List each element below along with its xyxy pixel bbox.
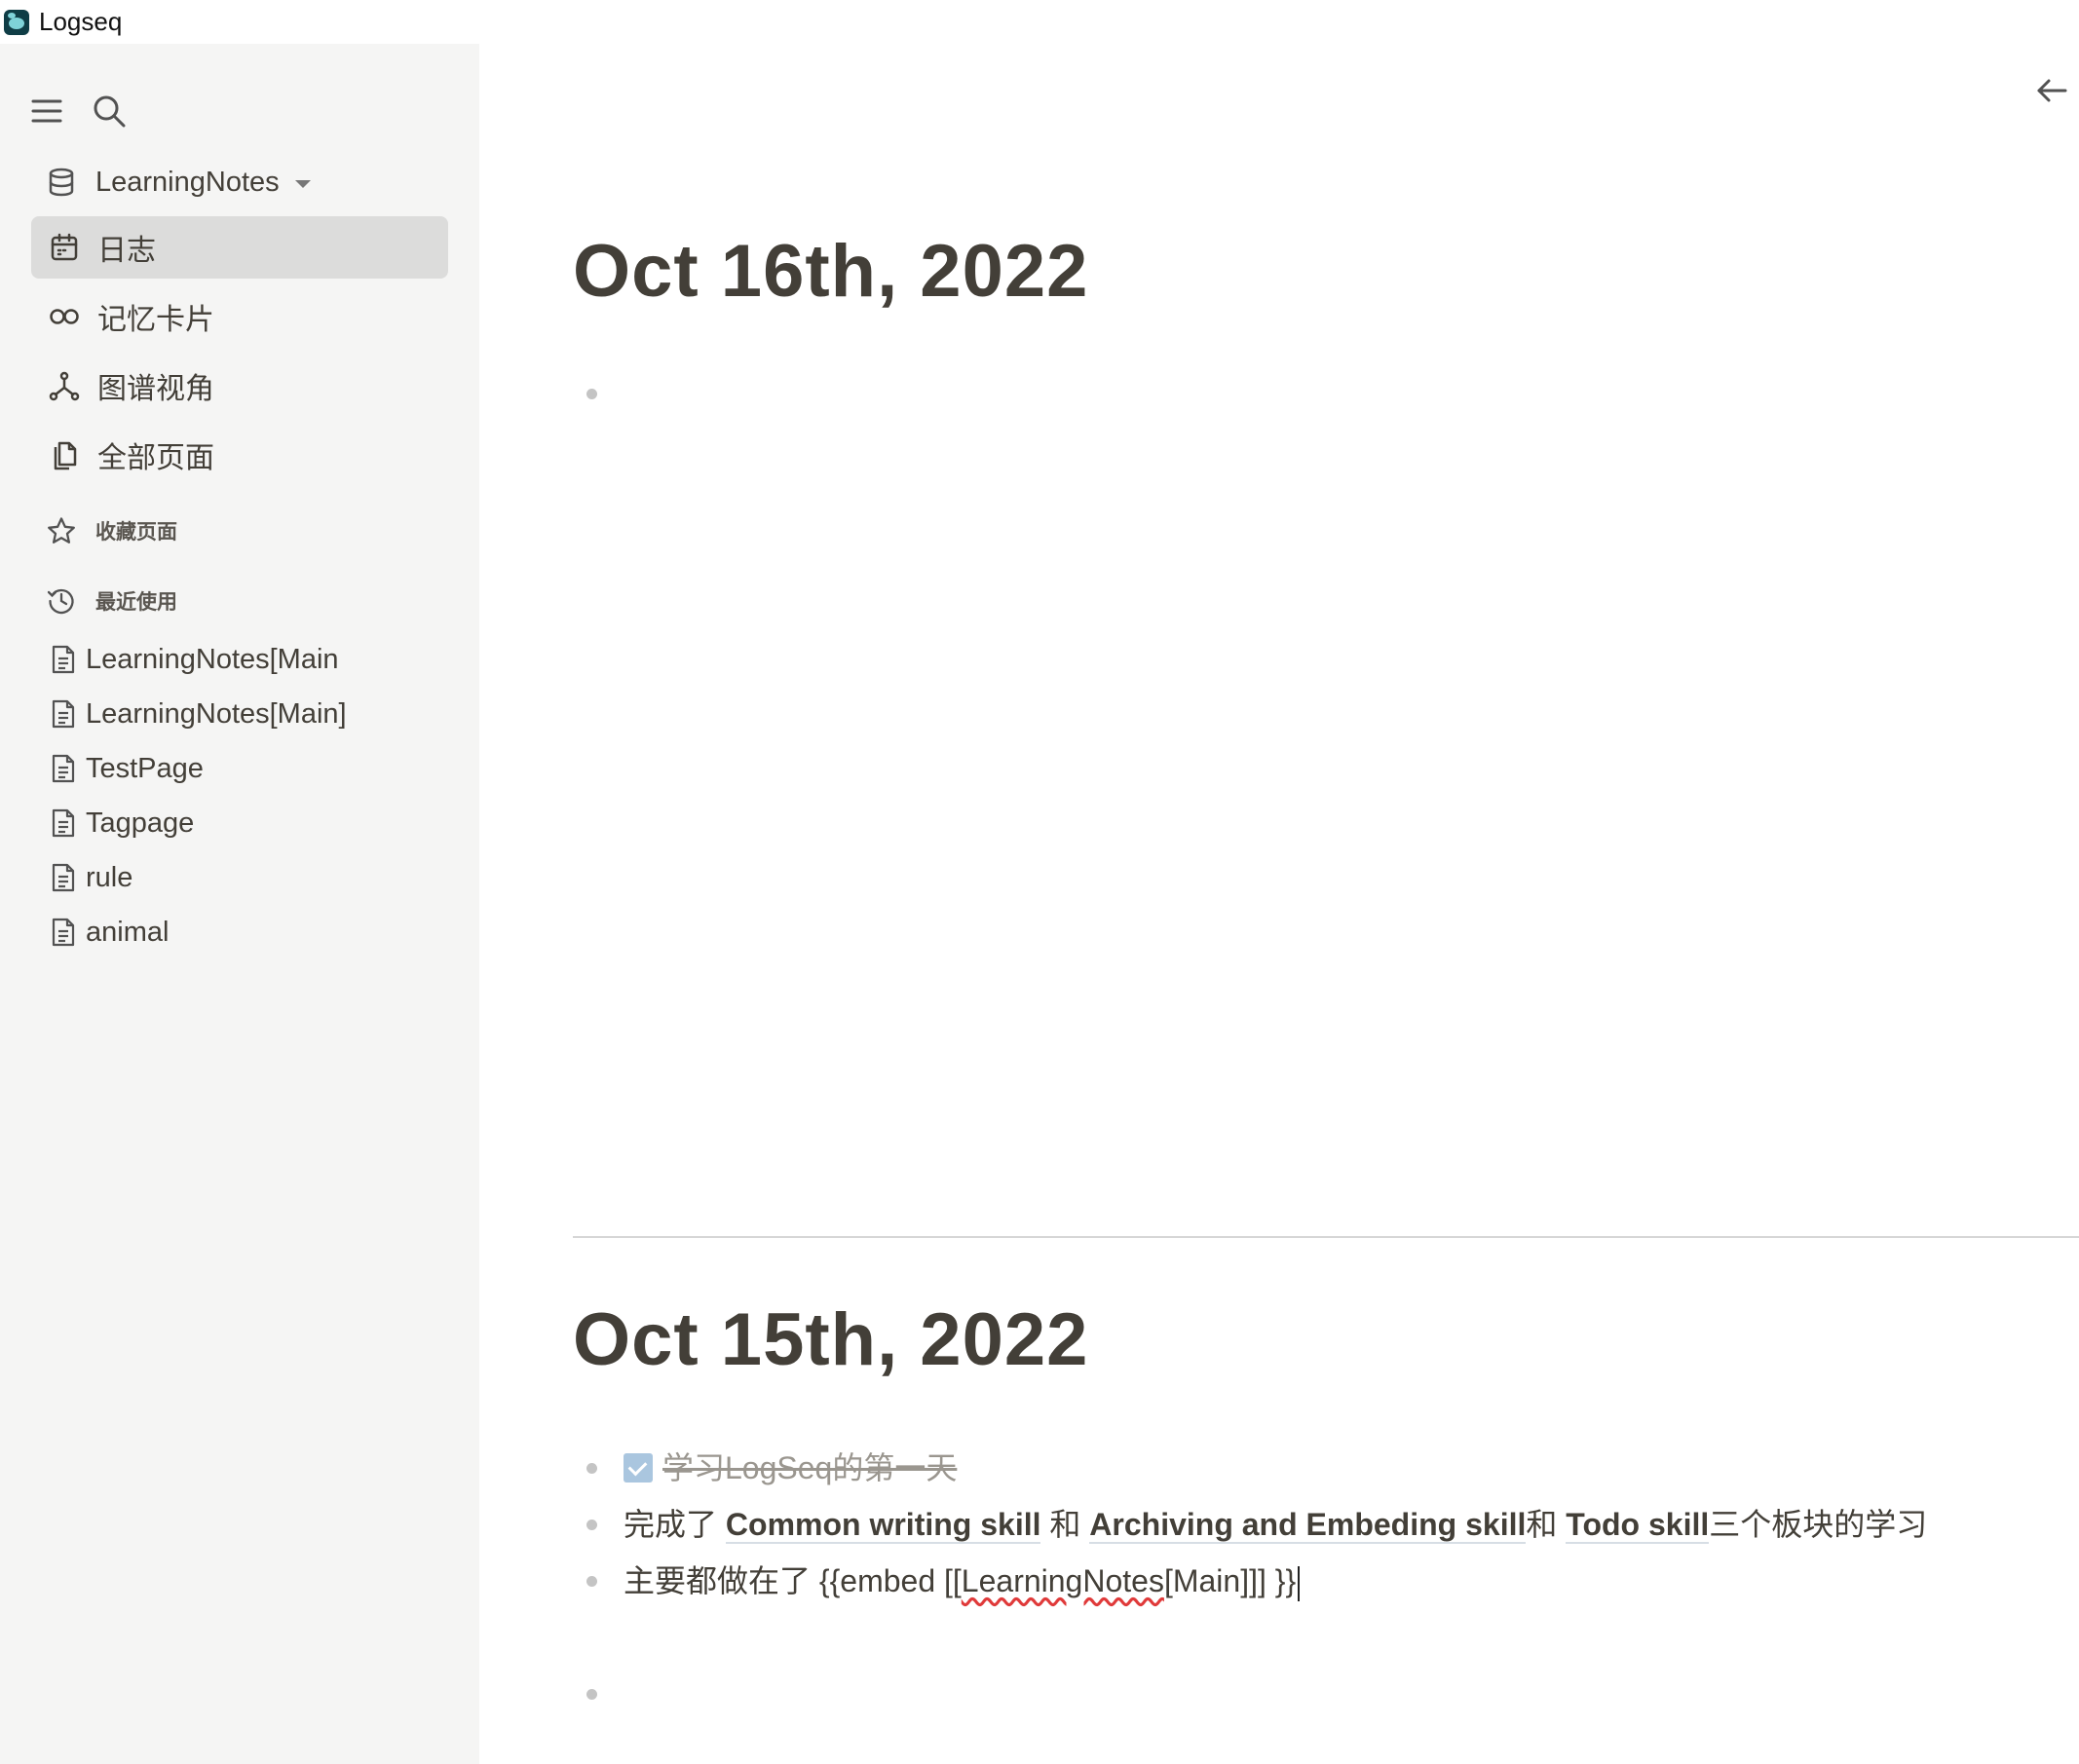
nav-flashcards[interactable]: 记忆卡片	[31, 285, 448, 348]
journal-divider	[573, 1236, 2079, 1238]
main-content: Oct 16th, 2022 Oct 15th, 2022 学习LogSeq的第…	[479, 44, 2079, 1764]
recent-page-label: LearningNotes[Main	[86, 643, 339, 675]
nav-all-pages[interactable]: 全部页面	[31, 424, 448, 486]
editing-block[interactable]: 主要都做在了 {{embed [[LearningNotes[Main]]] }…	[624, 1559, 1301, 1602]
text-cursor	[1298, 1565, 1301, 1601]
favorites-label: 收藏页面	[95, 521, 177, 544]
block-text: 主要都做在了 {{embed [[	[624, 1563, 962, 1598]
menu-toggle-button[interactable]	[23, 88, 70, 134]
progress-block[interactable]: 完成了 Common writing skill 和 Archiving and…	[624, 1503, 1927, 1546]
block-text: [Main]]] }}	[1163, 1563, 1297, 1598]
infinity-icon	[47, 299, 82, 334]
recent-page-item[interactable]: animal	[51, 909, 169, 956]
left-sidebar: LearningNotes 日志 记忆卡片 图谱视角 全部页面 收藏页面 最近使…	[0, 44, 479, 1764]
journal-title[interactable]: Oct 15th, 2022	[573, 1303, 1088, 1377]
checkbox-checked[interactable]	[624, 1452, 653, 1483]
arrow-left-icon	[2037, 79, 2067, 102]
journal-title[interactable]: Oct 16th, 2022	[573, 235, 1088, 309]
nav-label: 日志	[97, 235, 156, 267]
page-icon	[52, 808, 75, 838]
page-reference[interactable]: Archiving and Embeding skill	[1089, 1507, 1527, 1544]
nav-journals[interactable]: 日志	[31, 216, 448, 279]
recent-page-item[interactable]: LearningNotes[Main]	[51, 691, 347, 737]
recent-page-label: LearningNotes[Main]	[86, 697, 347, 730]
block-text: 和	[1526, 1507, 1567, 1542]
nav-graph-view[interactable]: 图谱视角	[31, 355, 448, 417]
recent-page-item[interactable]: TestPage	[51, 745, 204, 792]
favorites-header[interactable]: 收藏页面	[47, 509, 177, 552]
recent-page-item[interactable]: Tagpage	[51, 800, 194, 846]
recent-page-label: animal	[86, 916, 170, 948]
nav-label: 记忆卡片	[97, 304, 214, 336]
graph-selector[interactable]: LearningNotes	[47, 159, 311, 206]
page-reference[interactable]: Todo skill	[1566, 1507, 1710, 1544]
page-icon	[52, 699, 75, 729]
todo-block[interactable]: 学习LogSeq的第一天	[624, 1446, 957, 1489]
pages-icon	[47, 437, 82, 472]
search-button[interactable]	[86, 88, 132, 134]
block-bullet[interactable]	[586, 1576, 597, 1587]
chevron-down-icon	[294, 179, 311, 188]
page-icon	[52, 863, 75, 892]
block-bullet[interactable]	[586, 389, 597, 399]
calendar-icon	[47, 230, 82, 265]
history-icon	[47, 588, 74, 615]
star-icon	[48, 517, 75, 544]
block-bullet[interactable]	[586, 1520, 597, 1530]
recent-page-label: TestPage	[86, 752, 204, 784]
recent-page-item[interactable]: rule	[51, 854, 132, 901]
page-icon	[52, 918, 75, 947]
recent-label: 最近使用	[95, 591, 177, 614]
graph-nodes-icon	[47, 368, 82, 403]
block-text: 完成了	[624, 1507, 726, 1542]
block-bullet[interactable]	[586, 1689, 597, 1700]
page-icon	[52, 754, 75, 783]
todo-text: 学习LogSeq的第一天	[662, 1450, 958, 1485]
recent-page-item[interactable]: LearningNotes[Main	[51, 636, 339, 683]
recent-page-label: Tagpage	[86, 807, 195, 839]
block-text: 三个板块的学习	[1709, 1507, 1928, 1542]
nav-label: 图谱视角	[97, 373, 214, 405]
page-icon	[52, 645, 75, 674]
app-title: Logseq	[39, 7, 123, 36]
nav-label: 全部页面	[97, 442, 214, 474]
recent-page-label: rule	[86, 861, 133, 893]
page-reference[interactable]: Common writing skill	[725, 1507, 1041, 1544]
search-icon	[94, 95, 126, 128]
block-text: 和	[1040, 1507, 1090, 1542]
hamburger-icon	[31, 99, 62, 123]
graph-name: LearningNotes	[95, 166, 280, 198]
logseq-logo-icon	[4, 9, 29, 35]
toggle-right-sidebar-button[interactable]	[2028, 67, 2075, 114]
misspelled-word: LearningNotes	[961, 1563, 1164, 1598]
title-bar: Logseq	[0, 0, 2079, 44]
block-bullet[interactable]	[586, 1463, 597, 1474]
recent-header[interactable]: 最近使用	[47, 580, 177, 622]
database-icon	[49, 168, 74, 197]
